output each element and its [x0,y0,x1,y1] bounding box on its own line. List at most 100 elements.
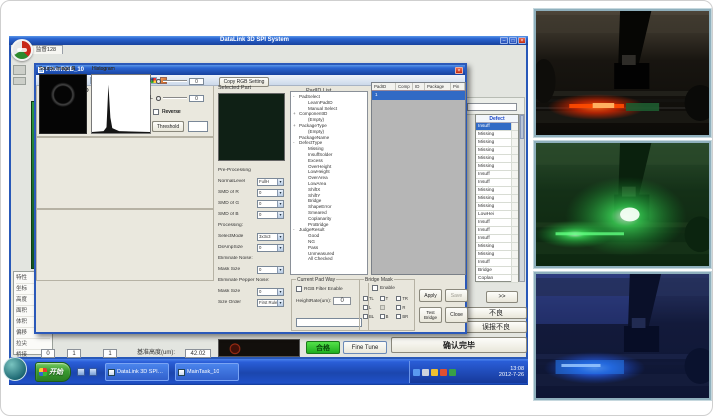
padid-list-column-header[interactable]: Package [425,83,451,90]
threshold-field[interactable] [188,121,208,132]
dropdown[interactable]: 0 ▾ [257,189,284,197]
l-value-field[interactable]: 0 [189,95,204,102]
test-bridge-button[interactable]: Test Bridge [419,307,442,323]
rgb-filter-enable-checkbox[interactable] [296,286,302,292]
close-button[interactable]: × [518,37,526,44]
chevron-down-icon[interactable]: ▾ [277,212,283,218]
dropdown[interactable]: First Rule ▾ [257,299,284,307]
padid-list-column-header[interactable]: PadID [372,83,396,90]
quick-launch-icon[interactable] [77,368,85,376]
desktop-gadget-icon[interactable] [3,357,27,381]
side-tool-box[interactable] [13,77,26,85]
dialog-close-button[interactable]: Close [445,307,468,323]
manual-test-bridge-field[interactable] [296,318,362,327]
bridge-mask-cell[interactable]: TR [396,296,413,301]
start-button[interactable]: 开始 [35,362,71,382]
defect-row[interactable]: Insuff [476,219,518,227]
apply-button[interactable]: Apply [419,289,442,302]
defect-row[interactable]: Insuff [476,259,518,267]
status-field-1[interactable]: 0 [41,349,55,358]
defect-row[interactable]: Missing [476,243,518,251]
defect-row[interactable]: Insuff [476,123,518,131]
reverse-checkbox[interactable] [153,109,159,115]
bridge-mask-cell[interactable]: BR [396,314,413,319]
padid-list-column-header[interactable]: ID [413,83,425,90]
defect-row[interactable]: Insuff [476,171,518,179]
more-button[interactable]: >> [486,291,518,303]
mark-defect-button[interactable]: 不良 [465,307,527,319]
defect-row[interactable]: Insuff [476,179,518,187]
dropdown[interactable]: 0 ▾ [257,266,284,274]
bridge-mask-cell[interactable]: R [396,305,413,310]
tray-icon[interactable] [431,369,438,376]
defect-row[interactable]: Bridge [476,267,518,275]
bridge-mask-cell[interactable]: T [380,296,397,301]
status-field-3[interactable]: 1 [103,349,117,358]
defect-row[interactable]: Missing [476,131,518,139]
bridge-mask-cell[interactable]: TL [363,296,380,301]
monitor-tab[interactable]: 监督128 [29,45,63,54]
dropdown[interactable]: FullH ▾ [257,178,284,186]
tray-icon[interactable] [422,369,429,376]
fine-tune-button[interactable]: Fine Tune [343,341,387,354]
padid-tree[interactable]: - PadSelect LearnPadID Manual Select + C… [290,91,368,275]
defect-column-header[interactable]: Defect [476,115,518,123]
status-field-2[interactable]: 1 [67,349,81,358]
dropdown[interactable]: 3x3x3 ▾ [257,233,284,241]
bridge-mask-enable-checkbox[interactable] [372,285,378,291]
quick-launch-icon[interactable] [89,368,97,376]
dropdown[interactable]: 0 ▾ [257,200,284,208]
h-slider-knob[interactable] [156,79,161,84]
desktop-app-logo-icon[interactable] [11,39,33,61]
dropdown[interactable]: 0 ▾ [257,288,284,296]
l-slider-knob[interactable] [156,96,161,101]
defect-row[interactable]: Missing [476,163,518,171]
main-window-titlebar[interactable]: DataLink 3D SPI System – □ × [9,36,528,45]
defect-row[interactable]: Missing [476,203,518,211]
chevron-down-icon[interactable]: ▾ [277,179,283,185]
dropdown[interactable]: 0 ▾ [257,211,284,219]
chevron-down-icon[interactable]: ▾ [277,234,283,240]
defect-filter-field[interactable] [467,103,517,111]
save-button[interactable]: Save [445,289,468,302]
tray-icon[interactable] [449,369,456,376]
tray-icon[interactable] [413,369,420,376]
bridge-mask-cell[interactable]: BL [363,314,380,319]
defect-row[interactable]: Missing [476,195,518,203]
defect-list-table[interactable]: Defect Insuff Missing Missing Missing Mi… [475,114,519,282]
defect-table-scrollbar[interactable] [519,114,525,282]
dropdown[interactable]: 0 ▾ [257,244,284,252]
chevron-down-icon[interactable]: ▾ [277,201,283,207]
chevron-down-icon[interactable]: ▾ [277,300,283,306]
bridge-mask-cell[interactable]: L [363,305,380,310]
defect-row[interactable]: Missing [476,251,518,259]
taskbar-window-button[interactable]: MainTask_10 [175,363,239,381]
defect-row[interactable]: Missing [476,187,518,195]
defect-row[interactable]: LowHei [476,211,518,219]
padid-list-column-header[interactable]: Pin [451,83,465,90]
chevron-down-icon[interactable]: ▾ [277,245,283,251]
defect-row[interactable]: Insuff [476,227,518,235]
chevron-down-icon[interactable]: ▾ [277,190,283,196]
defect-row[interactable]: Coplan [476,275,518,283]
tray-icon[interactable] [440,369,447,376]
padid-list-column-header[interactable]: Comp [396,83,413,90]
taskbar-window-button[interactable]: DataLink 3D SPI… [105,363,169,381]
chevron-down-icon[interactable]: ▾ [277,267,283,273]
chevron-down-icon[interactable]: ▾ [277,289,283,295]
h-slider-track[interactable] [163,80,187,82]
side-tool-box[interactable] [13,65,26,75]
confirm-complete-button[interactable]: 确认完毕 [391,337,527,353]
tree-item[interactable]: All Checked [293,256,367,262]
false-call-button[interactable]: 误报不良 [465,321,527,333]
bridge-mask-cell[interactable] [380,305,397,310]
defect-row[interactable]: Missing [476,139,518,147]
padid-list[interactable]: PadIDCompIDPackagePin 1 [371,82,466,275]
minimize-button[interactable]: – [500,37,508,44]
l-slider-track[interactable] [163,97,187,99]
pass-button[interactable]: 合格 [306,341,340,354]
height-rate-field[interactable]: 0 [333,297,351,305]
bridge-mask-cell[interactable]: B [380,314,397,319]
h-value-field[interactable]: 0 [189,78,204,85]
defect-row[interactable]: Missing [476,155,518,163]
